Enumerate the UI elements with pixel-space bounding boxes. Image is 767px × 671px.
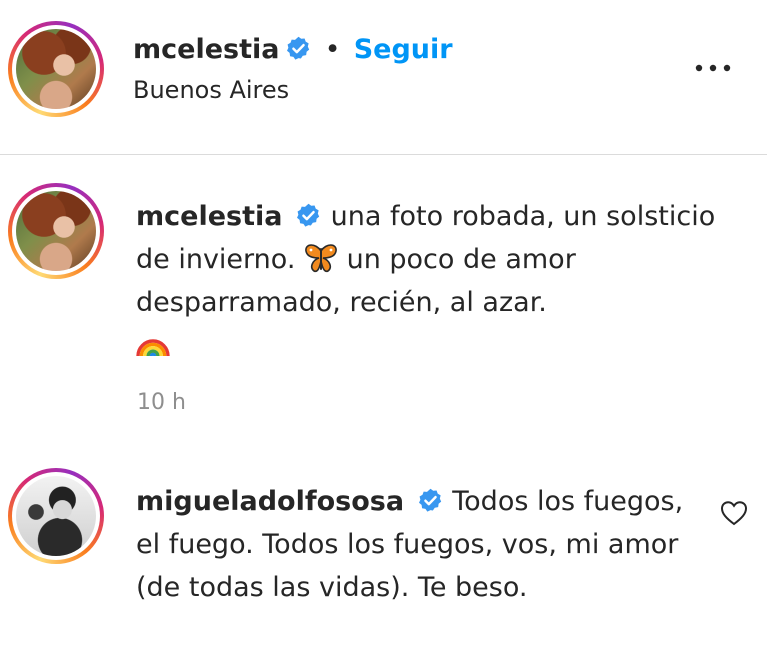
rainbow-emoji bbox=[136, 339, 170, 357]
comment-avatar[interactable] bbox=[16, 476, 96, 556]
caption-timestamp[interactable]: 10 h bbox=[137, 390, 186, 415]
verified-badge-icon bbox=[286, 36, 309, 60]
header-username[interactable]: mcelestia bbox=[133, 34, 279, 65]
caption-avatar[interactable] bbox=[16, 191, 96, 271]
caption-story-ring[interactable] bbox=[8, 183, 104, 279]
verified-badge-icon bbox=[297, 203, 320, 227]
caption-text: mcelestia una foto robada, un solsticio … bbox=[136, 195, 716, 367]
avatar[interactable] bbox=[16, 29, 96, 109]
comment-username[interactable]: migueladolfososa bbox=[136, 486, 404, 517]
verified-badge-icon bbox=[418, 488, 441, 512]
header-user-line: mcelestia • Seguir bbox=[133, 30, 453, 70]
heart-icon[interactable] bbox=[720, 500, 748, 526]
more-options-icon[interactable] bbox=[692, 54, 734, 82]
follow-button[interactable]: Seguir bbox=[354, 34, 453, 65]
butterfly-emoji bbox=[305, 244, 337, 273]
separator-dot: • bbox=[324, 34, 341, 65]
post-header: mcelestia • Seguir Buenos Aires bbox=[0, 0, 767, 154]
comment-story-ring[interactable] bbox=[8, 468, 104, 564]
caption-username[interactable]: mcelestia bbox=[136, 201, 282, 232]
story-ring[interactable] bbox=[8, 21, 104, 117]
location-link[interactable]: Buenos Aires bbox=[133, 76, 289, 104]
header-divider bbox=[0, 154, 767, 155]
comment-text: migueladolfososa Todos los fuegos, el fu… bbox=[136, 480, 696, 609]
